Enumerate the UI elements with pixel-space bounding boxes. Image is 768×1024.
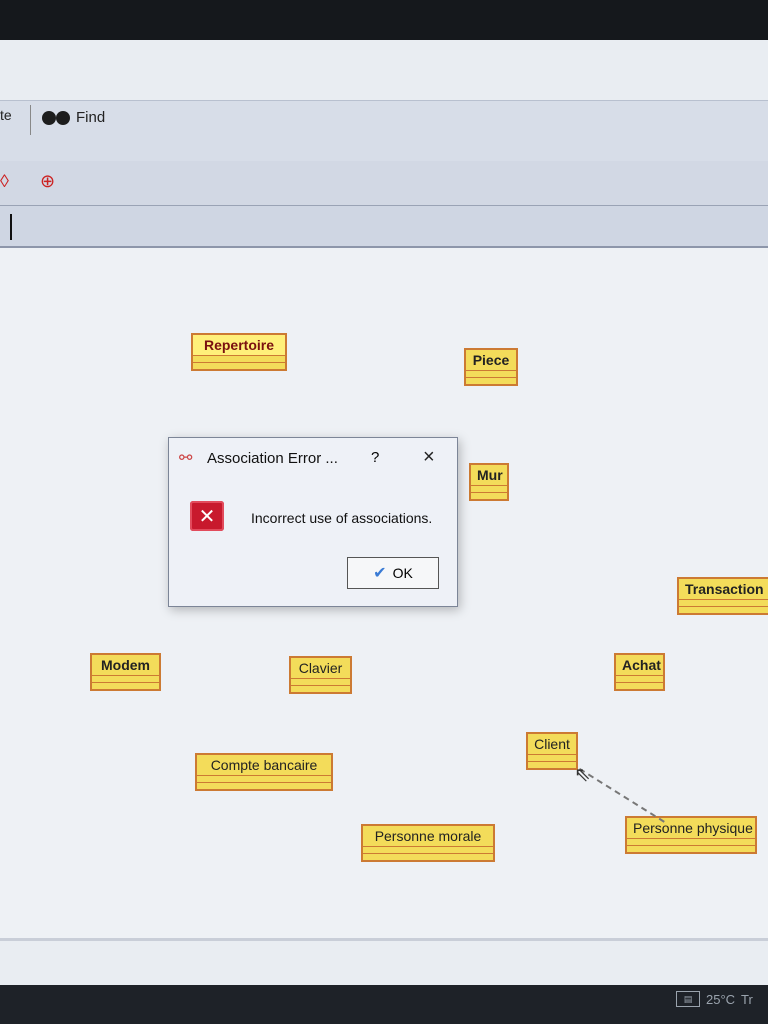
class-attributes (471, 486, 507, 493)
class-compte-bancaire[interactable]: Compte bancaire (195, 753, 333, 791)
taskbar: ▤ 25°C Tr (0, 985, 768, 1024)
class-name: Clavier (291, 658, 350, 679)
class-name: Compte bancaire (197, 755, 331, 776)
find-button[interactable]: Find (42, 109, 105, 126)
toolbar-fragment: te (0, 107, 12, 123)
class-methods (466, 378, 516, 384)
class-attributes (528, 755, 576, 762)
close-button[interactable]: × (423, 446, 435, 469)
class-name: Achat (616, 655, 663, 676)
dialog-titlebar: ⚯ Association Error ... (169, 438, 457, 478)
class-repertoire[interactable]: Repertoire (191, 333, 287, 371)
class-attributes (193, 356, 285, 363)
class-personne-physique[interactable]: Personne physique (625, 816, 757, 854)
class-name: Personne morale (363, 826, 493, 847)
class-methods (679, 607, 768, 613)
class-methods (528, 762, 576, 768)
class-name: Personne physique (627, 818, 755, 839)
class-transaction[interactable]: Transaction b (677, 577, 768, 615)
class-attributes (627, 839, 755, 846)
class-methods (291, 686, 350, 692)
weather-icon: ▤ (676, 991, 700, 1007)
binoculars-icon (42, 110, 72, 125)
weather-widget[interactable]: ▤ 25°C Tr (676, 991, 753, 1007)
top-toolbar: te Find (0, 100, 768, 162)
class-mur[interactable]: Mur (469, 463, 509, 501)
weather-extra: Tr (741, 991, 753, 1007)
ok-button[interactable]: ✔ OK (347, 557, 439, 589)
class-name: Piece (466, 350, 516, 371)
composition-tool-icon[interactable]: ⊕ (40, 171, 55, 192)
association-icon: ⚯ (179, 450, 193, 467)
tool-palette: ◊ ⊕ (0, 161, 768, 206)
mouse-pointer-icon: ⇖ (574, 764, 591, 786)
class-attributes (679, 600, 768, 607)
class-methods (92, 683, 159, 689)
dialog-title: Association Error ... (207, 449, 338, 467)
class-methods (627, 846, 755, 852)
find-label: Find (76, 109, 106, 126)
class-achat[interactable]: Achat (614, 653, 665, 691)
class-name: Mur (471, 465, 507, 486)
weather-temp: 25°C (706, 991, 736, 1007)
text-caret (10, 214, 12, 240)
class-name: Transaction b (679, 579, 768, 600)
path-field[interactable] (0, 206, 768, 248)
class-methods (197, 783, 331, 789)
error-message: Incorrect use of associations. (251, 510, 433, 526)
class-clavier[interactable]: Clavier (289, 656, 352, 694)
class-attributes (616, 676, 663, 683)
class-personne-morale[interactable]: Personne morale (361, 824, 495, 862)
class-attributes (466, 371, 516, 378)
association-error-dialog: ⚯ Association Error ... ? × ✕ Incorrect … (168, 437, 458, 607)
class-name: Client (528, 734, 576, 755)
ok-label: OK (392, 565, 413, 581)
class-client[interactable]: Client (526, 732, 578, 770)
class-methods (193, 363, 285, 369)
error-icon: ✕ (190, 501, 224, 531)
class-name: Repertoire (193, 335, 285, 356)
class-piece[interactable]: Piece (464, 348, 518, 386)
class-attributes (197, 776, 331, 783)
help-button[interactable]: ? (371, 449, 379, 466)
class-methods (363, 854, 493, 860)
association-tool-icon[interactable]: ◊ (0, 171, 9, 192)
toolbar-separator (30, 105, 31, 135)
class-attributes (291, 679, 350, 686)
class-attributes (92, 676, 159, 683)
class-methods (471, 493, 507, 499)
class-methods (616, 683, 663, 689)
checkmark-icon: ✔ (373, 565, 387, 582)
class-modem[interactable]: Modem (90, 653, 161, 691)
class-name: Modem (92, 655, 159, 676)
class-attributes (363, 847, 493, 854)
status-divider (0, 938, 768, 941)
